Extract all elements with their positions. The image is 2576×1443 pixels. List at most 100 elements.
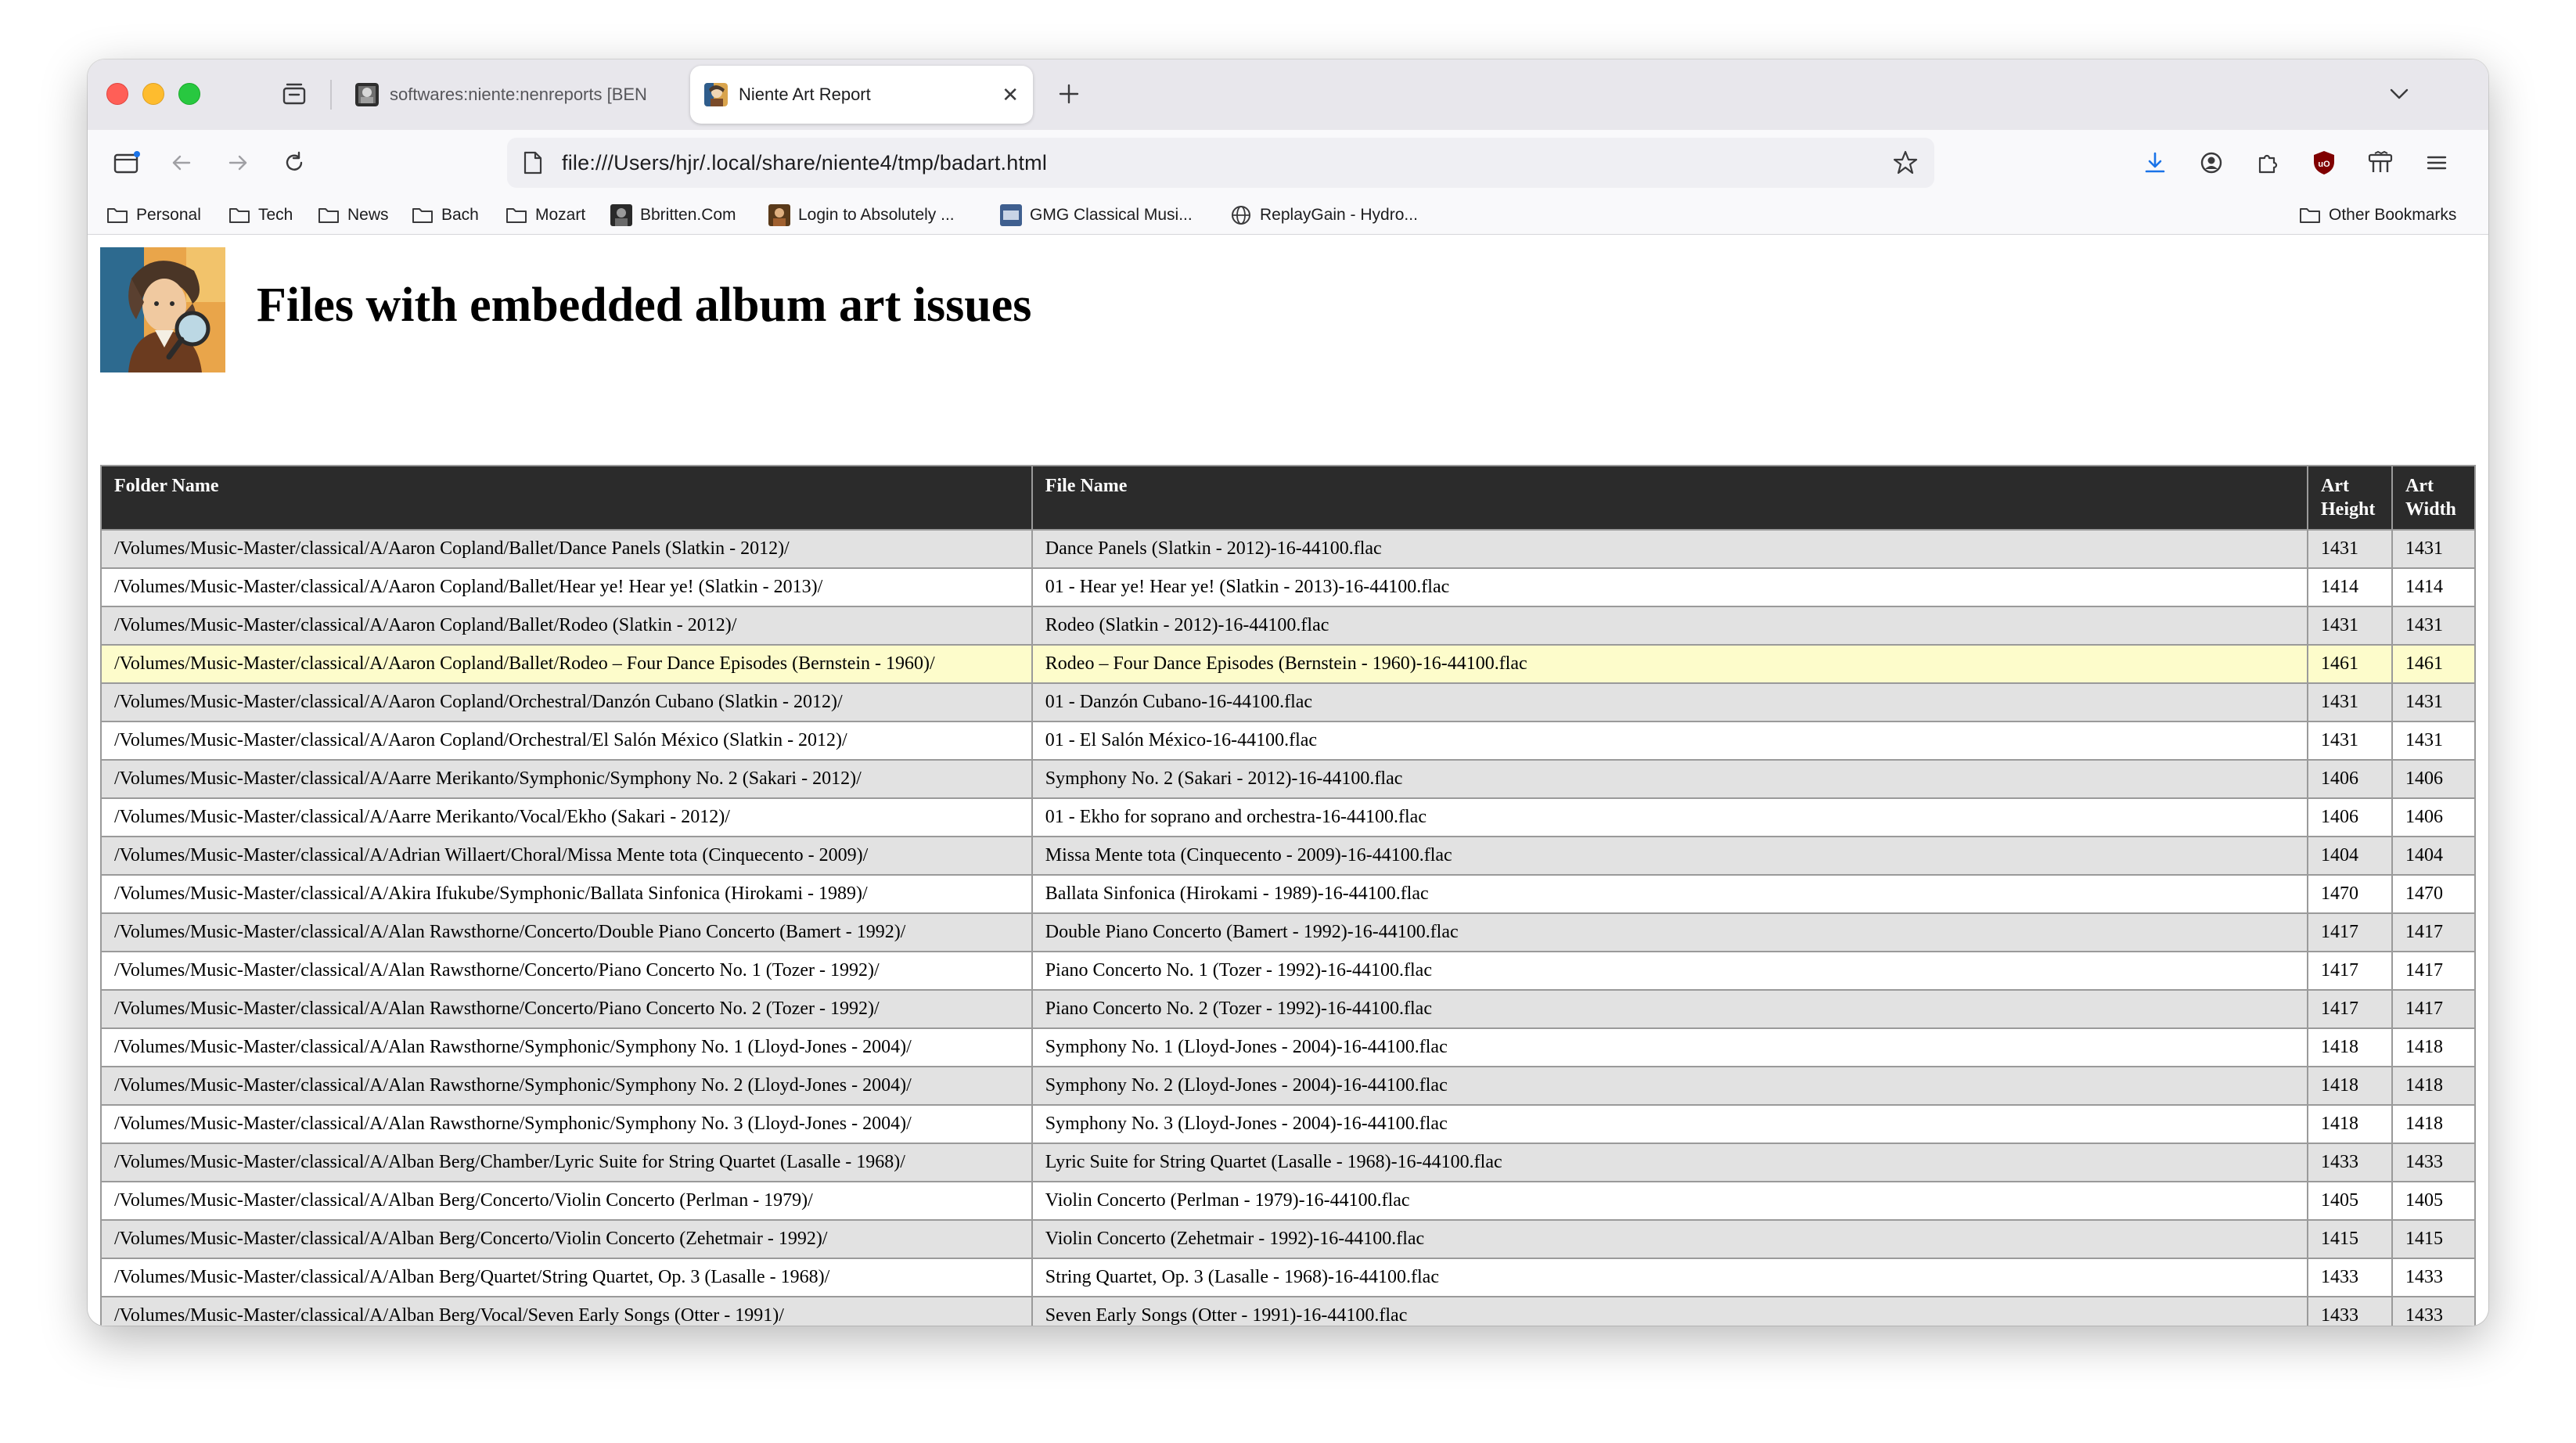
cell-art-height: 1433 [2307,1258,2393,1297]
cell-art-height: 1431 [2307,682,2393,722]
cell-art-width: 1418 [2391,1104,2477,1144]
cell-folder-name: /Volumes/Music-Master/classical/A/Alban … [100,1143,1033,1182]
cell-folder-name: /Volumes/Music-Master/classical/A/Aaron … [100,606,1033,646]
table-row: /Volumes/Music-Master/classical/A/Alban … [100,1296,2477,1326]
url-text[interactable]: file:///Users/hjr/.local/share/niente4/t… [562,151,1892,175]
cell-art-width: 1433 [2391,1258,2477,1297]
cell-art-width: 1406 [2391,759,2477,799]
cell-art-height: 1405 [2307,1181,2393,1221]
ublock-button[interactable]: uO [2305,144,2343,182]
table-row: /Volumes/Music-Master/classical/A/Alan R… [100,951,2477,991]
address-bar[interactable]: file:///Users/hjr/.local/share/niente4/t… [507,138,1934,188]
absolutely-favicon-icon [768,204,790,226]
cell-file-name: Symphony No. 2 (Lloyd-Jones - 2004)-16-4… [1031,1066,2309,1106]
cell-file-name: Violin Concerto (Zehetmair - 1992)-16-44… [1031,1219,2309,1259]
cell-art-width: 1431 [2391,529,2477,569]
column-header-art-width: Art Width [2391,465,2477,531]
account-icon [2200,152,2222,174]
star-icon[interactable] [1892,149,1919,176]
extension-button[interactable] [2362,144,2399,182]
table-row: /Volumes/Music-Master/classical/A/Alan R… [100,1027,2477,1067]
table-row: /Volumes/Music-Master/classical/A/Aaron … [100,644,2477,684]
cell-art-width: 1417 [2391,951,2477,991]
cell-folder-name: /Volumes/Music-Master/classical/A/Aarre … [100,797,1033,837]
other-bookmarks-folder[interactable]: Other Bookmarks [2299,202,2456,229]
table-row: /Volumes/Music-Master/classical/A/Alan R… [100,1066,2477,1106]
table-header-row: Folder Name File Name Art Height Art Wid… [100,465,2477,531]
header-line: Art [2405,476,2434,496]
cell-folder-name: /Volumes/Music-Master/classical/A/Alban … [100,1296,1033,1326]
bookmark-replaygain[interactable]: ReplayGain - Hydro... [1230,202,1418,229]
browser-window: softwares:niente:nenreports [BEN ✕ Nient… [88,59,2488,1326]
extensions-button[interactable] [2249,144,2286,182]
cell-art-width: 1431 [2391,606,2477,646]
cell-art-width: 1415 [2391,1219,2477,1259]
gmg-favicon-icon [1000,204,1022,226]
cell-file-name: Missa Mente tota (Cinquecento - 2009)-16… [1031,836,2309,876]
cell-folder-name: /Volumes/Music-Master/classical/A/Aaron … [100,567,1033,607]
window-zoom-button[interactable] [178,83,200,105]
column-header-file: File Name [1031,465,2309,531]
header-line: Height [2321,499,2376,520]
table-row: /Volumes/Music-Master/classical/A/Alban … [100,1258,2477,1297]
application-menu-button[interactable] [2418,144,2455,182]
downloads-button[interactable] [2136,144,2174,182]
bookmark-folder-personal[interactable]: Personal [106,202,201,229]
folder-icon [412,208,433,223]
cell-art-width: 1433 [2391,1296,2477,1326]
bookmark-label: News [347,206,389,224]
table-row: /Volumes/Music-Master/classical/A/Aaron … [100,682,2477,722]
header-line: Art [2321,476,2349,496]
bookmark-absolutely[interactable]: Login to Absolutely ... [768,202,955,229]
account-button[interactable] [2193,144,2230,182]
cell-file-name: 01 - Ekho for soprano and orchestra-16-4… [1031,797,2309,837]
bookmark-folder-news[interactable]: News [318,202,389,229]
bookmark-label: Personal [136,206,201,224]
cell-file-name: Seven Early Songs (Otter - 1991)-16-4410… [1031,1296,2309,1326]
cell-folder-name: /Volumes/Music-Master/classical/A/Alan R… [100,951,1033,991]
cell-art-height: 1404 [2307,836,2393,876]
cell-art-height: 1431 [2307,529,2393,569]
close-icon[interactable]: ✕ [1002,83,1019,107]
list-all-tabs-button[interactable] [2382,77,2416,111]
bookmark-bbritten[interactable]: Bbritten.Com [610,202,736,229]
bookmark-folder-tech[interactable]: Tech [228,202,293,229]
bookmark-label: Bach [441,206,479,224]
sidebar-button[interactable] [108,144,146,182]
bookmark-gmg[interactable]: GMG Classical Musi... [1000,202,1193,229]
cell-art-width: 1431 [2391,682,2477,722]
cell-art-height: 1433 [2307,1143,2393,1182]
new-tab-button[interactable] [1052,77,1086,111]
window-minimize-button[interactable] [142,83,164,105]
cell-file-name: Double Piano Concerto (Bamert - 1992)-16… [1031,912,2309,952]
cell-file-name: Rodeo – Four Dance Episodes (Bernstein -… [1031,644,2309,684]
cell-art-height: 1461 [2307,644,2393,684]
download-icon [2145,152,2165,173]
cell-art-height: 1418 [2307,1066,2393,1106]
bookmark-label: Login to Absolutely ... [798,206,955,224]
window-close-button[interactable] [106,83,128,105]
forward-button[interactable] [219,144,257,182]
reload-button[interactable] [275,144,313,182]
cell-art-height: 1414 [2307,567,2393,607]
globe-icon [1232,206,1250,225]
cell-folder-name: /Volumes/Music-Master/classical/A/Alan R… [100,1104,1033,1144]
cell-art-width: 1433 [2391,1143,2477,1182]
cell-art-height: 1433 [2307,1296,2393,1326]
table-row: /Volumes/Music-Master/classical/A/Alan R… [100,989,2477,1029]
beethoven-logo-image [100,247,225,372]
back-button[interactable] [163,144,200,182]
tab-niente-art-report[interactable]: Niente Art Report ✕ [690,66,1033,124]
cell-file-name: Piano Concerto No. 1 (Tozer - 1992)-16-4… [1031,951,2309,991]
cell-file-name: Piano Concerto No. 2 (Tozer - 1992)-16-4… [1031,989,2309,1029]
tab-overview-button[interactable] [277,77,311,111]
cell-folder-name: /Volumes/Music-Master/classical/A/Alan R… [100,912,1033,952]
bookmark-folder-bach[interactable]: Bach [412,202,479,229]
cell-folder-name: /Volumes/Music-Master/classical/A/Alban … [100,1219,1033,1259]
cell-folder-name: /Volumes/Music-Master/classical/A/Aaron … [100,529,1033,569]
cell-folder-name: /Volumes/Music-Master/classical/A/Alan R… [100,1027,1033,1067]
column-header-folder: Folder Name [100,465,1033,531]
bookmark-folder-mozart[interactable]: Mozart [505,202,585,229]
cell-folder-name: /Volumes/Music-Master/classical/A/Aaron … [100,644,1033,684]
cell-art-height: 1417 [2307,951,2393,991]
